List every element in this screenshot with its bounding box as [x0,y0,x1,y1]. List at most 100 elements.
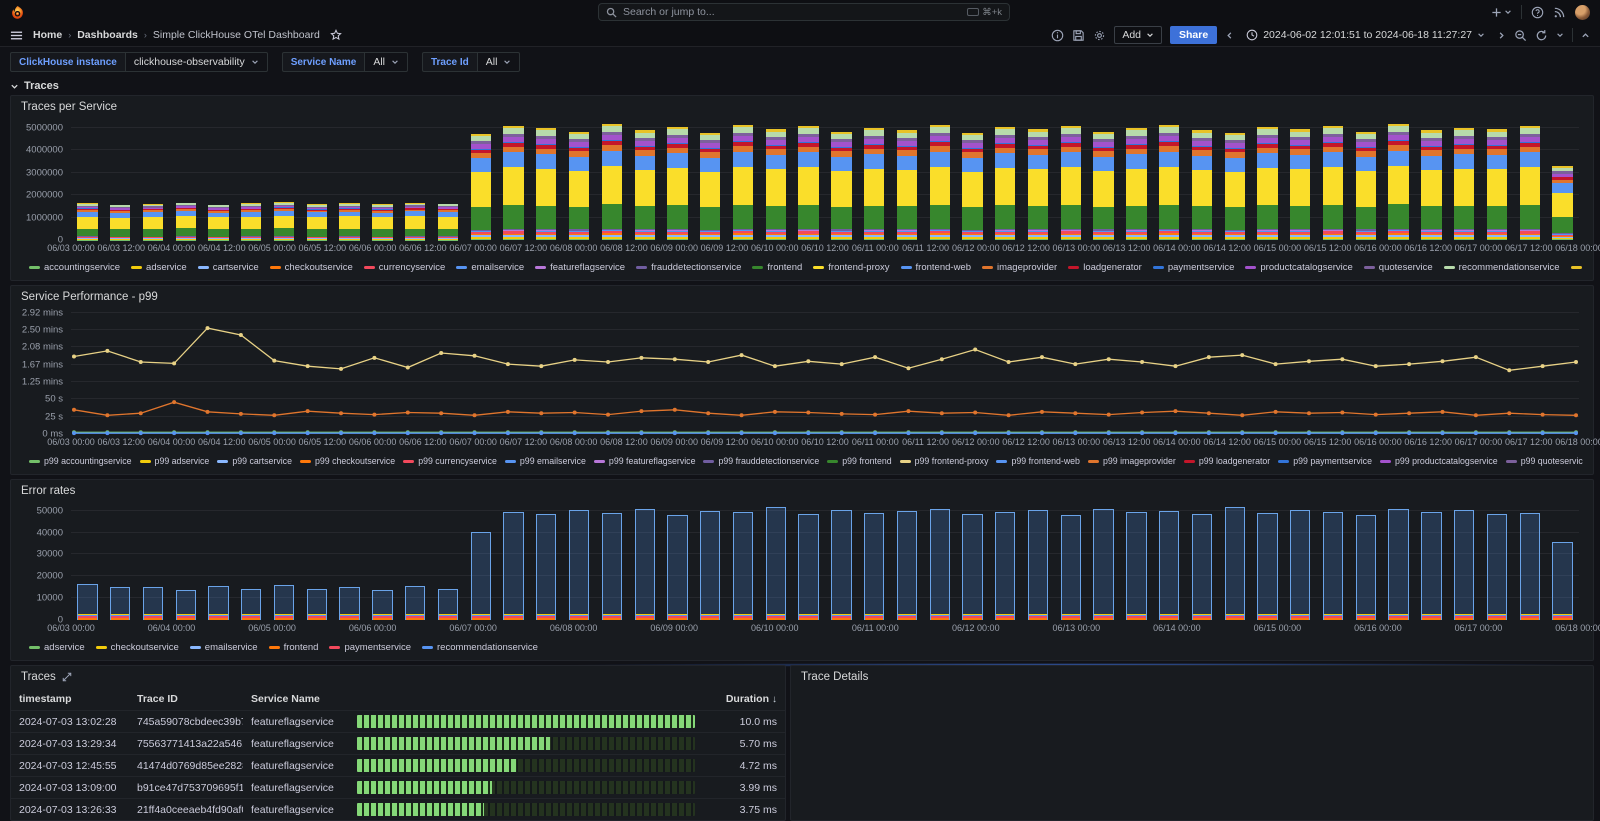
legend-item-adservice[interactable]: adservice [29,642,85,653]
star-icon[interactable] [330,29,342,41]
error-bar[interactable] [405,586,425,620]
panel-title[interactable]: Error rates [11,480,1593,502]
table-row[interactable]: 2024-07-03 13:02:28745a59078cbdeec39b7..… [11,711,785,733]
variable-value-dropdown[interactable]: clickhouse-observability [125,52,268,72]
legend-item-p99-frauddetectionservice[interactable]: p99 frauddetectionservice [703,456,819,466]
col-service-name[interactable]: Service Name [243,688,349,711]
stacked-bar[interactable] [667,127,687,240]
stacked-bar[interactable] [1520,126,1540,240]
error-bar[interactable] [1552,542,1572,620]
stacked-bar[interactable] [831,131,851,240]
variable-label[interactable]: Service Name [282,52,365,72]
dashboard-insights-icon[interactable] [1051,29,1064,42]
error-bar[interactable] [1290,510,1310,620]
variable-value-dropdown[interactable]: All [477,52,521,72]
stacked-bar-chart[interactable]: 010000002000000300000040000005000000 [71,118,1579,240]
error-bar[interactable] [1159,511,1179,620]
stacked-bar[interactable] [1225,133,1245,240]
error-bar[interactable] [372,590,392,620]
error-bar[interactable] [962,514,982,620]
stacked-bar[interactable] [930,125,950,240]
error-bar[interactable] [1356,515,1376,620]
stacked-bar[interactable] [1552,166,1572,240]
refresh-interval-dropdown-icon[interactable] [1556,31,1564,39]
stacked-bar[interactable] [1356,131,1376,240]
error-bar[interactable] [635,509,655,620]
error-bar[interactable] [798,514,818,620]
stacked-bar[interactable] [1192,130,1212,240]
legend-item-p99-currencyservice[interactable]: p99 currencyservice [403,456,497,466]
legend-item-paymentservice[interactable]: paymentservice [1153,262,1235,273]
bar-chart[interactable]: 01000020000300004000050000 [71,502,1579,620]
col-timestamp[interactable]: timestamp [11,688,129,711]
time-shift-forward-icon[interactable] [1497,31,1506,40]
stacked-bar[interactable] [438,204,458,240]
stacked-bar[interactable] [1323,126,1343,240]
cell-trace-id-link[interactable]: 41474d0769d85ee2828... [129,755,243,777]
stacked-bar[interactable] [1388,124,1408,240]
help-icon[interactable] [1531,6,1544,19]
stacked-bar[interactable] [536,128,556,240]
refresh-icon[interactable] [1535,29,1548,42]
error-bar[interactable] [536,514,556,620]
menu-icon[interactable] [10,29,23,42]
cell-trace-id-link[interactable]: b91ce47d753709695f1d... [129,777,243,799]
legend-item-p99-featureflagservice[interactable]: p99 featureflagservice [594,456,696,466]
legend-item-shippingservice[interactable]: shippingservice [1571,262,1583,273]
cell-service-name-link[interactable]: featureflagservice [243,777,349,799]
legend-item-recommendationservice[interactable]: recommendationservice [422,642,538,653]
save-icon[interactable] [1072,29,1085,42]
error-bar[interactable] [1225,507,1245,620]
stacked-bar[interactable] [864,128,884,240]
legend-item-currencyservice[interactable]: currencyservice [364,262,446,273]
search-input[interactable]: Search or jump to... ⌘+k [598,3,1010,21]
error-bar[interactable] [143,587,163,620]
cell-trace-id-link[interactable]: 75563771413a22a54618... [129,733,243,755]
cell-service-name-link[interactable]: featureflagservice [243,799,349,821]
stacked-bar[interactable] [1093,131,1113,240]
line-chart[interactable]: 0 ms25 s50 s1.25 mins1.67 mins2.08 mins2… [71,308,1579,434]
stacked-bar[interactable] [1487,129,1507,240]
stacked-bar[interactable] [1028,129,1048,240]
stacked-bar[interactable] [1421,130,1441,240]
legend-item-frontend-proxy[interactable]: frontend-proxy [813,262,889,273]
stacked-bar[interactable] [1290,129,1310,240]
time-range-picker[interactable]: 2024-06-02 12:01:51 to 2024-06-18 11:27:… [1242,27,1489,43]
error-bar[interactable] [930,509,950,620]
table-row[interactable]: 2024-07-03 13:09:00b91ce47d753709695f1d.… [11,777,785,799]
legend-item-p99-accountingservice[interactable]: p99 accountingservice [29,456,132,466]
stacked-bar[interactable] [143,204,163,240]
variable-label[interactable]: Trace Id [422,52,477,72]
stacked-bar[interactable] [700,133,720,240]
legend-item-frauddetectionservice[interactable]: frauddetectionservice [636,262,741,273]
error-bar[interactable] [1093,509,1113,620]
error-bar[interactable] [667,515,687,620]
error-bar[interactable] [1520,513,1540,620]
error-bar[interactable] [77,584,97,620]
error-bar[interactable] [864,513,884,620]
legend-item-loadgenerator[interactable]: loadgenerator [1068,262,1142,273]
stacked-bar[interactable] [471,134,491,240]
stacked-bar[interactable] [1061,126,1081,240]
stacked-bar[interactable] [307,204,327,240]
legend-item-p99-frontend-web[interactable]: p99 frontend-web [996,456,1079,466]
legend-item-emailservice[interactable]: emailservice [190,642,258,653]
legend-item-p99-frontend[interactable]: p99 frontend [827,456,891,466]
cell-service-name-link[interactable]: featureflagservice [243,711,349,733]
error-bar[interactable] [110,587,130,620]
legend-item-p99-cartservice[interactable]: p99 cartservice [217,456,292,466]
error-bar[interactable] [733,512,753,620]
line-chart-svg[interactable] [71,308,1579,434]
variable-value-dropdown[interactable]: All [364,52,408,72]
share-button[interactable]: Share [1170,26,1217,44]
table-row[interactable]: 2024-07-03 13:26:3321ff4a0ceeaeb4fd90af0… [11,799,785,821]
stacked-bar[interactable] [1257,127,1277,240]
stacked-bar[interactable] [208,204,228,240]
error-bar[interactable] [897,511,917,620]
stacked-bar[interactable] [405,203,425,240]
error-bar[interactable] [241,589,261,620]
cell-trace-id-link[interactable]: 745a59078cbdeec39b7... [129,711,243,733]
error-bar[interactable] [503,512,523,620]
panel-title[interactable]: Service Performance - p99 [11,286,1593,308]
error-bar[interactable] [831,510,851,620]
